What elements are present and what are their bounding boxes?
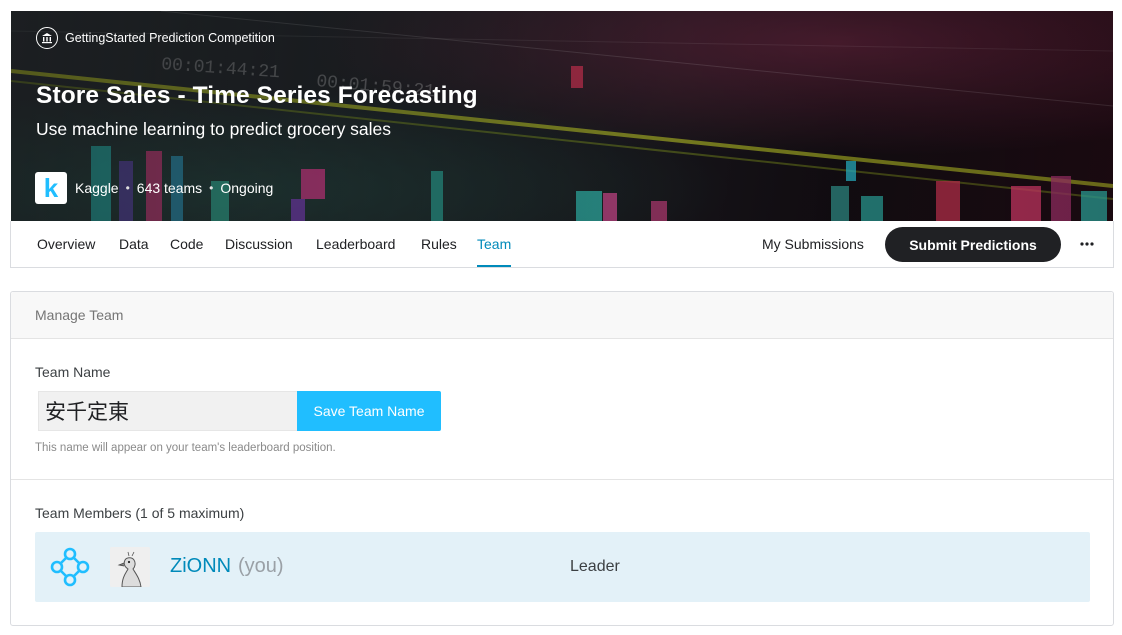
my-submissions-link[interactable]: My Submissions [762,221,864,267]
team-name-label: Team Name [35,364,111,380]
competition-meta: k Kaggle • 643 teams • Ongoing [35,172,273,204]
competition-header: 00:01:44:21 00:01:59:21 GettingStarted P… [11,11,1113,221]
competition-title: Store Sales - Time Series Forecasting [36,82,478,109]
save-team-name-button[interactable]: Save Team Name [297,391,441,431]
competition-type-badge: GettingStarted Prediction Competition [36,27,275,49]
team-name-input[interactable] [38,391,297,431]
tab-overview[interactable]: Overview [37,221,95,267]
meta-separator: • [125,181,130,195]
team-members-label: Team Members (1 of 5 maximum) [35,505,245,521]
submit-predictions-button[interactable]: Submit Predictions [885,227,1061,262]
tab-team[interactable]: Team [477,221,512,267]
team-name-helper-text: This name will appear on your team's lea… [35,442,336,454]
manage-team-card: Manage Team Team Name Save Team Name Thi… [10,291,1114,626]
tab-rules[interactable]: Rules [421,221,457,267]
meta-separator: • [209,181,214,195]
kaggle-logo[interactable]: k [35,172,67,204]
tab-data[interactable]: Data [119,221,149,267]
competition-status: Ongoing [220,180,274,196]
member-you-tag: (you) [238,555,284,577]
tab-code[interactable]: Code [170,221,203,267]
manage-team-heading: Manage Team [35,307,124,323]
competition-type-label: GettingStarted Prediction Competition [65,31,275,45]
tab-discussion[interactable]: Discussion [225,221,293,267]
section-divider [11,479,1113,480]
tab-leaderboard[interactable]: Leaderboard [316,221,395,267]
member-role: Leader [570,558,620,575]
host-name[interactable]: Kaggle [75,180,119,196]
team-member-row: ZiONN (you) Leader [35,532,1090,602]
member-name-link[interactable]: ZiONN [170,555,231,578]
avatar[interactable] [110,547,150,587]
competition-subtitle: Use machine learning to predict grocery … [36,119,392,139]
team-count: 643 teams [136,180,203,196]
institution-icon [36,27,58,49]
more-horizontal-icon[interactable] [1074,230,1100,258]
contributor-tier-icon [50,547,90,587]
competition-nav: Overview Data Code Discussion Leaderboar… [10,221,1114,268]
card-header: Manage Team [11,292,1113,339]
